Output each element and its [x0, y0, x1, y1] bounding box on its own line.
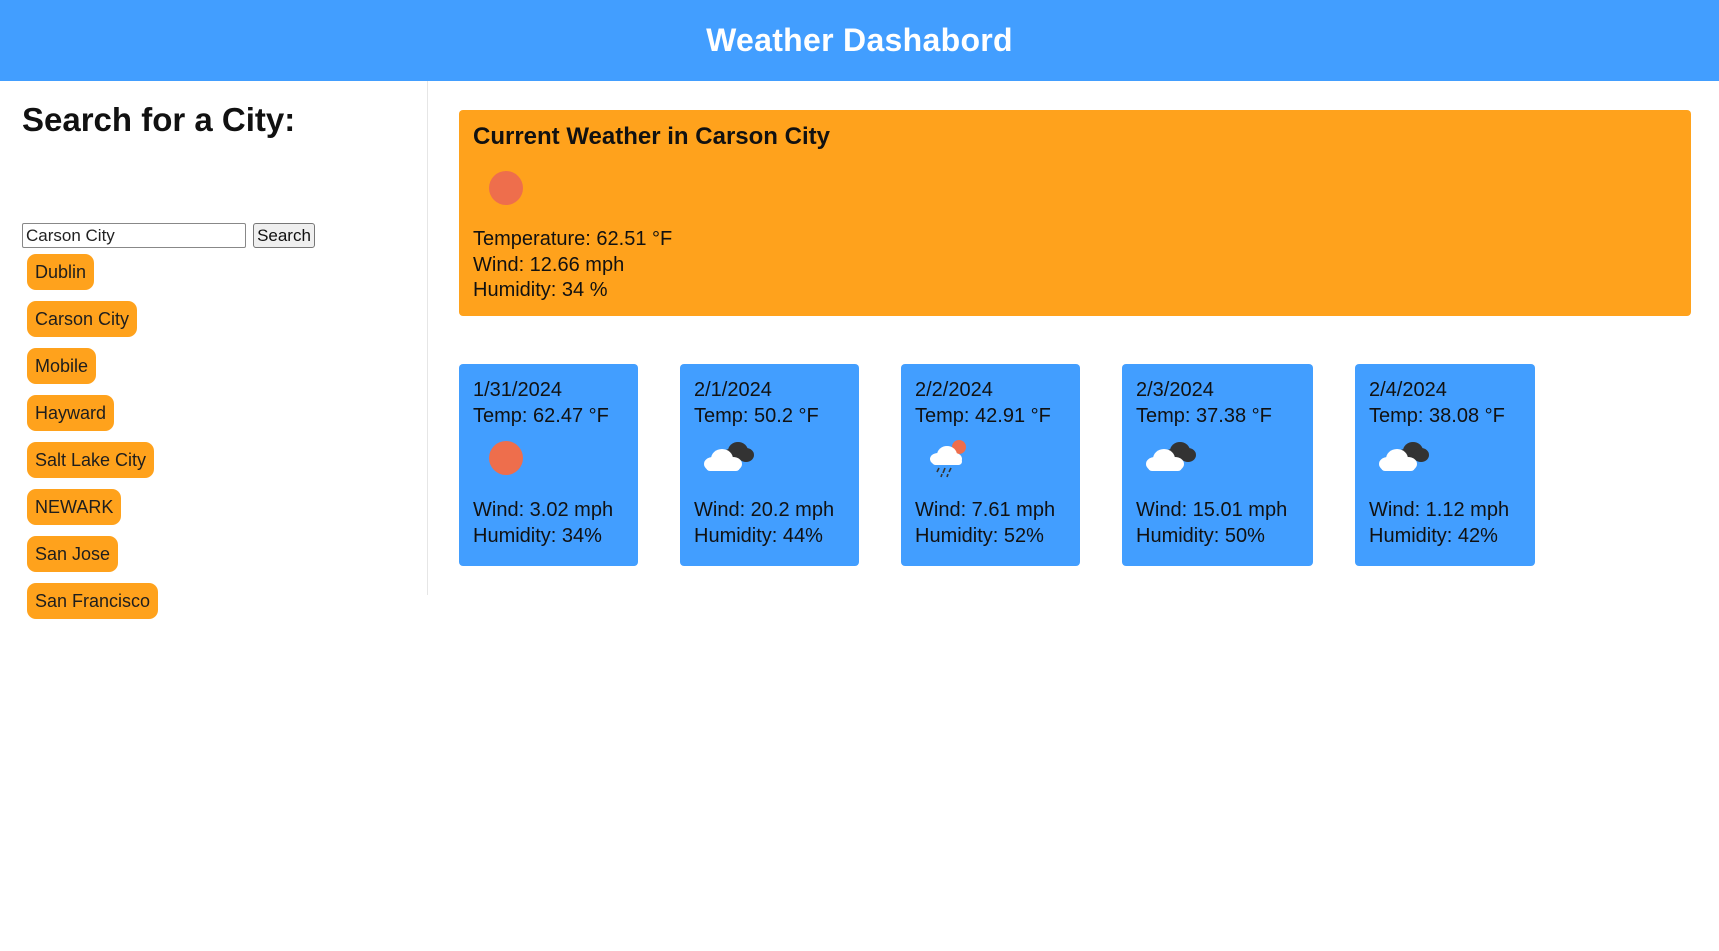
forecast-humidity: Humidity: 50%: [1136, 524, 1265, 547]
forecast-date: 2/4/2024: [1369, 379, 1447, 401]
forecast-temp: Temp: 50.2 °F: [694, 404, 819, 427]
rain-icon: [930, 440, 966, 478]
history-city-button[interactable]: Salt Lake City: [27, 442, 155, 478]
sun-icon: [489, 441, 523, 475]
history-city-button[interactable]: Dublin: [27, 254, 95, 290]
search-sidebar: Search for a City: Search Dublin Carson …: [0, 81, 428, 619]
history-city-button[interactable]: San Jose: [27, 536, 119, 572]
forecast-wind: Wind: 15.01 mph: [1136, 499, 1288, 521]
forecast-card: 2/2/2024 Temp: 42.91 °F Wind: 7.61 mph H: [901, 364, 1080, 566]
forecast-temp: Temp: 38.08 °F: [1369, 404, 1505, 427]
cloudy-icon: [1379, 442, 1429, 471]
current-weather-card: Current Weather in Carson City Temperatu…: [459, 110, 1691, 316]
app-title: Weather Dashabord: [706, 22, 1013, 58]
forecast-wind: Wind: 20.2 mph: [694, 499, 835, 521]
current-humidity: Humidity: 34 %: [473, 279, 608, 301]
history-city-button[interactable]: NEWARK: [27, 489, 122, 525]
forecast-icon-wrap: [694, 435, 845, 485]
forecast-wind: Wind: 1.12 mph: [1369, 499, 1510, 521]
current-weather-title: Current Weather in Carson City: [473, 123, 830, 150]
forecast-temp: Temp: 37.38 °F: [1136, 404, 1272, 427]
cloudy-icon: [1146, 442, 1196, 471]
forecast-date: 1/31/2024: [473, 379, 562, 401]
forecast-card: 2/1/2024 Temp: 50.2 °F Wind: 20.2 mph Hu…: [680, 364, 859, 566]
forecast-temp: Temp: 62.47 °F: [473, 404, 609, 427]
forecast-icon-wrap: [1369, 435, 1521, 485]
forecast-humidity: Humidity: 42%: [1369, 524, 1498, 547]
forecast-icon-wrap: [915, 435, 1066, 485]
forecast-date: 2/3/2024: [1136, 379, 1214, 401]
forecast-humidity: Humidity: 34%: [473, 524, 602, 547]
sun-icon: [489, 171, 523, 205]
search-button[interactable]: Search: [253, 223, 315, 248]
current-weather-details: Temperature: 62.51 °F Wind: 12.66 mph Hu…: [473, 227, 672, 304]
forecast-card: 2/3/2024 Temp: 37.38 °F Wind: 15.01 mph …: [1122, 364, 1313, 566]
history-city-button[interactable]: San Francisco: [27, 583, 159, 619]
history-city-button[interactable]: Carson City: [27, 301, 138, 337]
forecast-icon-wrap: [1136, 435, 1299, 485]
forecast-wind: Wind: 3.02 mph: [473, 499, 614, 521]
forecast-temp: Temp: 42.91 °F: [915, 404, 1051, 427]
forecast-icon-wrap: [473, 435, 624, 485]
forecast-date: 2/1/2024: [694, 379, 772, 401]
forecast-card: 1/31/2024 Temp: 62.47 °F Wind: 3.02 mph …: [459, 364, 638, 566]
forecast-humidity: Humidity: 44%: [694, 524, 823, 547]
current-temperature: Temperature: 62.51 °F: [473, 228, 673, 250]
search-heading: Search for a City:: [22, 101, 296, 138]
forecast-card: 2/4/2024 Temp: 38.08 °F Wind: 1.12 mph H…: [1355, 364, 1535, 566]
app-header: Weather Dashabord: [0, 0, 1719, 81]
weather-main: Current Weather in Carson City Temperatu…: [459, 110, 1691, 566]
forecast-humidity: Humidity: 52%: [915, 524, 1044, 547]
history-city-button[interactable]: Hayward: [27, 395, 115, 431]
current-wind: Wind: 12.66 mph: [473, 253, 625, 276]
cloudy-icon: [704, 442, 754, 471]
forecast-date: 2/2/2024: [915, 379, 993, 401]
search-history-list: Dublin Carson City Mobile Hayward Salt L…: [27, 254, 327, 630]
forecast-wind: Wind: 7.61 mph: [915, 499, 1056, 521]
city-search-input[interactable]: [22, 223, 246, 248]
history-city-button[interactable]: Mobile: [27, 348, 97, 384]
